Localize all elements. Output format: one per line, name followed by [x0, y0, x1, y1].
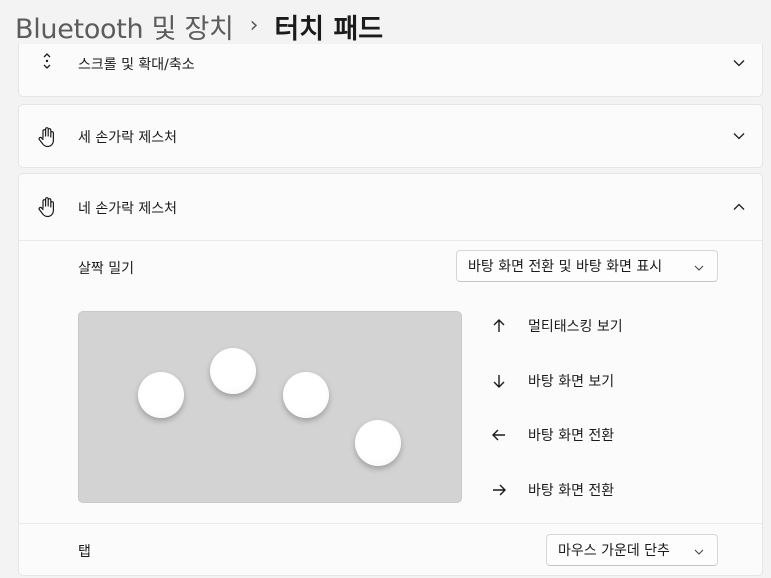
tap-dropdown[interactable]: 마우스 가운데 단추 — [546, 534, 718, 566]
swipe-label: 살짝 밀기 — [78, 261, 134, 277]
legend-item-down: 바탕 화면 보기 — [489, 369, 614, 393]
swipe-dropdown-value: 바탕 화면 전환 및 바탕 화면 표시 — [468, 259, 663, 275]
finger-dot — [210, 348, 256, 394]
legend-text: 바탕 화면 보기 — [528, 374, 615, 390]
finger-dot — [283, 372, 329, 418]
legend-text: 바탕 화면 전환 — [528, 483, 615, 499]
chevron-down-icon[interactable] — [732, 56, 746, 70]
section-four-finger-label: 네 손가락 제스처 — [78, 201, 178, 217]
up-arrow-icon — [489, 316, 509, 336]
legend-text: 바탕 화면 전환 — [528, 428, 615, 444]
chevron-down-icon — [694, 545, 704, 555]
finger-dot — [355, 420, 401, 466]
section-four-finger-gestures: 네 손가락 제스처 살짝 밀기 바탕 화면 전환 및 바탕 화면 표시 멀티태스… — [18, 173, 763, 576]
breadcrumb-parent-link[interactable]: Bluetooth 및 장치 — [15, 7, 234, 46]
hand-icon — [37, 125, 57, 149]
left-arrow-icon — [489, 425, 509, 445]
scroll-arrows-icon — [37, 49, 57, 73]
right-arrow-icon — [489, 480, 509, 500]
section-three-finger-gestures[interactable]: 세 손가락 제스처 — [18, 104, 763, 168]
tap-setting-row: 탭 마우스 가운데 단추 — [19, 524, 762, 576]
breadcrumb: Bluetooth 및 장치 › 터치 패드 — [15, 6, 383, 46]
swipe-setting-row: 살짝 밀기 바탕 화면 전환 및 바탕 화면 표시 멀티태스킹 보기 바탕 화면… — [19, 241, 762, 524]
down-arrow-icon — [489, 371, 509, 391]
chevron-down-icon[interactable] — [732, 129, 746, 143]
section-scroll-zoom-label: 스크롤 및 확대/축소 — [78, 57, 195, 73]
section-three-finger-label: 세 손가락 제스처 — [78, 130, 178, 146]
legend-text: 멀티태스킹 보기 — [528, 319, 623, 335]
section-scroll-zoom[interactable]: 스크롤 및 확대/축소 — [18, 44, 763, 97]
hand-icon — [37, 195, 57, 219]
page-title: 터치 패드 — [274, 13, 384, 45]
section-four-finger-header[interactable]: 네 손가락 제스처 — [19, 174, 762, 241]
touchpad-illustration — [78, 311, 462, 503]
breadcrumb-separator-icon: › — [249, 12, 259, 38]
tap-label: 탭 — [78, 544, 91, 560]
chevron-down-icon — [694, 261, 704, 271]
swipe-dropdown[interactable]: 바탕 화면 전환 및 바탕 화면 표시 — [456, 250, 718, 282]
legend-item-up: 멀티태스킹 보기 — [489, 314, 623, 338]
chevron-up-icon[interactable] — [732, 200, 746, 214]
legend-item-left: 바탕 화면 전환 — [489, 423, 614, 447]
finger-dot — [138, 372, 184, 418]
tap-dropdown-value: 마우스 가운데 단추 — [558, 543, 670, 559]
legend-item-right: 바탕 화면 전환 — [489, 478, 614, 502]
settings-page: Bluetooth 및 장치 › 터치 패드 스크롤 및 확대/축소 세 손가락… — [0, 0, 771, 578]
